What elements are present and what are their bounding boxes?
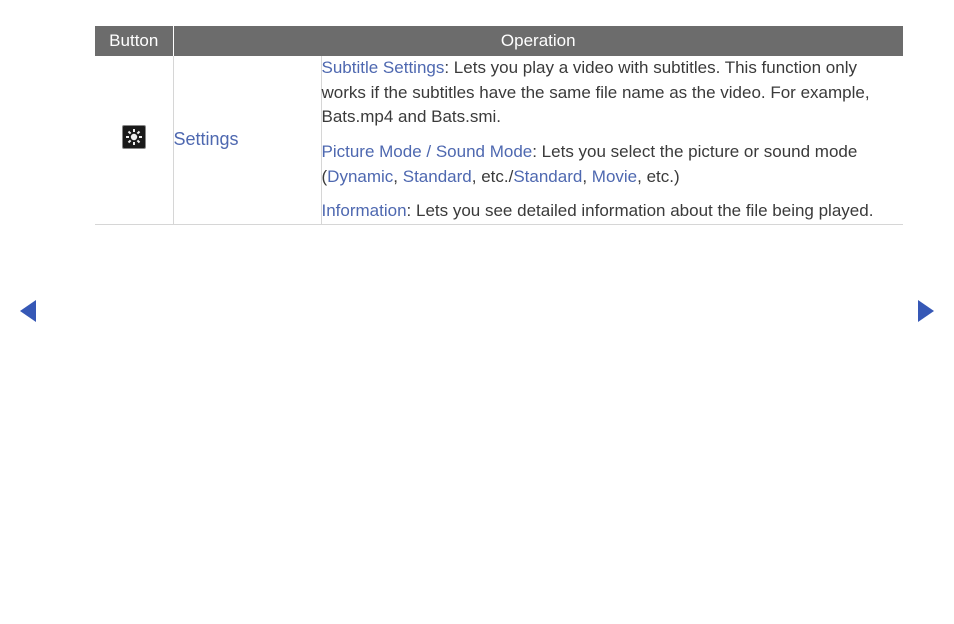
next-page-button[interactable] (918, 300, 934, 322)
term-subtitle-settings: Subtitle Settings (322, 58, 445, 77)
op-picture-sound: Picture Mode / Sound Mode: Lets you sele… (322, 140, 904, 189)
term-picture-sound: Picture Mode / Sound Mode (322, 142, 533, 161)
settings-gear-icon (122, 125, 146, 149)
button-icon-cell (95, 56, 173, 224)
header-button: Button (95, 26, 173, 56)
desc-information: : Lets you see detailed information abou… (407, 201, 874, 220)
table-row: Settings Subtitle Settings: Lets you pla… (95, 56, 903, 224)
button-name: Settings (173, 56, 321, 224)
header-operation: Operation (173, 26, 903, 56)
term-information: Information (322, 201, 407, 220)
op-subtitle: Subtitle Settings: Lets you play a video… (322, 56, 904, 130)
button-operation-table: Button Operation Settings Subtitle Setti… (95, 26, 903, 225)
triangle-right-icon (918, 300, 934, 322)
value-standard-1: Standard (403, 167, 472, 186)
triangle-left-icon (20, 300, 36, 322)
operation-cell: Subtitle Settings: Lets you play a video… (321, 56, 903, 224)
value-standard-2: Standard (513, 167, 582, 186)
value-dynamic: Dynamic (327, 167, 393, 186)
value-movie: Movie (592, 167, 637, 186)
prev-page-button[interactable] (20, 300, 36, 322)
op-information: Information: Lets you see detailed infor… (322, 199, 904, 224)
table-header-row: Button Operation (95, 26, 903, 56)
